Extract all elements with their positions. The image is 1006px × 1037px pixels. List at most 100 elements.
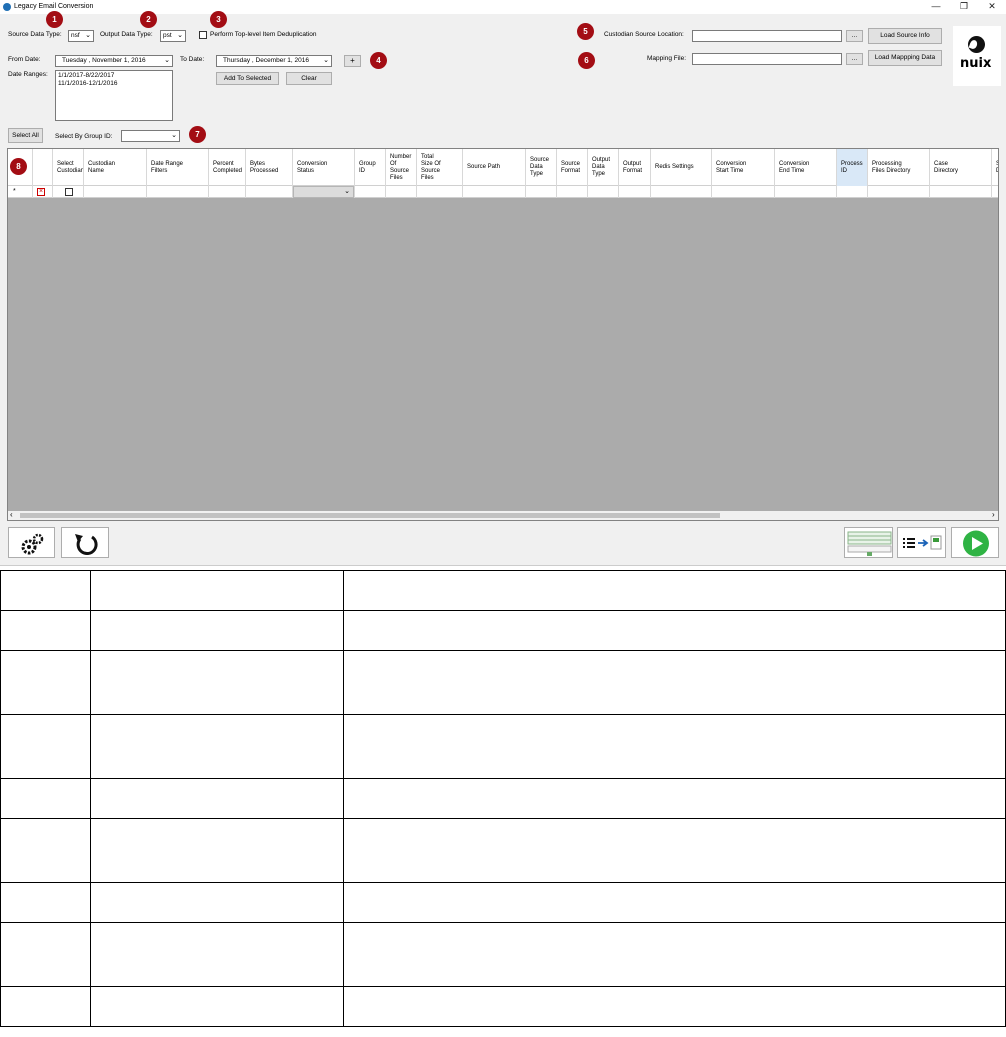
settings-button[interactable]: [8, 527, 55, 558]
dedup-checkbox[interactable]: [199, 31, 207, 39]
from-date-picker[interactable]: Tuesday , November 1, 2016 ⌄: [55, 55, 173, 67]
column-header[interactable]: Conversion Status: [293, 149, 355, 186]
date-range-item[interactable]: 1/1/2017-8/22/2017: [58, 72, 170, 80]
restore-button[interactable]: ❐: [950, 1, 978, 13]
grid-cell[interactable]: [619, 186, 651, 198]
chevron-down-icon: ⌄: [85, 32, 91, 39]
grid-cell[interactable]: [355, 186, 386, 198]
custodian-grid[interactable]: Select Custodian Custodian Name Date Range…: [7, 148, 999, 521]
mapping-file-browse-button[interactable]: ...: [846, 53, 863, 65]
close-button[interactable]: ✕: [978, 1, 1006, 13]
grid-cell[interactable]: [386, 186, 417, 198]
scroll-thumb[interactable]: [20, 513, 720, 518]
column-header[interactable]: Custodian Name: [84, 149, 147, 186]
grid-cell[interactable]: [651, 186, 712, 198]
column-header[interactable]: Redis Settings: [651, 149, 712, 186]
column-header[interactable]: Source Format: [557, 149, 588, 186]
custodian-source-input[interactable]: [692, 30, 842, 42]
column-header[interactable]: [33, 149, 53, 186]
scroll-right-icon[interactable]: ›: [992, 510, 995, 519]
date-range-item[interactable]: 11/1/2016-12/1/2016: [58, 80, 170, 88]
column-header[interactable]: Source Path: [463, 149, 526, 186]
column-header[interactable]: Output Format: [619, 149, 651, 186]
column-header[interactable]: Number Of Source Files: [386, 149, 417, 186]
grid-cell[interactable]: [463, 186, 526, 198]
refresh-button[interactable]: [61, 527, 109, 558]
minimize-button[interactable]: —: [922, 1, 950, 13]
load-mapping-data-button[interactable]: Load Mappping Data: [868, 50, 942, 66]
column-header[interactable]: S D: [992, 149, 998, 186]
grid-cell[interactable]: [775, 186, 837, 198]
column-header[interactable]: Case Directory: [930, 149, 992, 186]
table-cell: [0, 650, 91, 715]
table-cell: [0, 922, 91, 987]
table-cell: [342, 986, 1006, 1027]
grid-cell[interactable]: *: [8, 186, 33, 198]
column-header[interactable]: Percent Completed: [209, 149, 246, 186]
table-cell: [0, 610, 91, 651]
grid-cell[interactable]: [837, 186, 868, 198]
table-cell: [342, 922, 1006, 987]
conversion-status-select[interactable]: ⌄: [293, 186, 354, 198]
column-header[interactable]: Source Data Type: [526, 149, 557, 186]
table-row: [0, 714, 1006, 779]
custodian-source-browse-button[interactable]: ...: [846, 30, 863, 42]
grid-cell[interactable]: [209, 186, 246, 198]
grid-cell[interactable]: [868, 186, 930, 198]
table-cell: [89, 986, 344, 1027]
grid-cell[interactable]: [526, 186, 557, 198]
column-header[interactable]: Date Range Filters: [147, 149, 209, 186]
add-date-range-button[interactable]: +: [344, 55, 361, 67]
grid-cell[interactable]: [930, 186, 992, 198]
grid-cell[interactable]: [246, 186, 293, 198]
scroll-left-icon[interactable]: ‹: [10, 510, 13, 519]
grid-cell[interactable]: [588, 186, 619, 198]
column-header[interactable]: Bytes Processed: [246, 149, 293, 186]
output-data-type-select[interactable]: pst ⌄: [160, 30, 186, 42]
callout-marker: 6: [578, 52, 595, 69]
column-header[interactable]: Total Size Of Source Files: [417, 149, 463, 186]
export-list-button[interactable]: [897, 527, 946, 558]
from-date-value: Tuesday , November 1, 2016: [62, 57, 146, 64]
select-all-button[interactable]: Select All: [8, 128, 43, 143]
mapping-file-input[interactable]: [692, 53, 842, 65]
add-to-selected-button[interactable]: Add To Selected: [216, 72, 279, 85]
run-button[interactable]: [951, 527, 999, 558]
to-date-label: To Date:: [180, 56, 205, 63]
column-header[interactable]: Process ID: [837, 149, 868, 186]
grid-cell[interactable]: [712, 186, 775, 198]
clear-button[interactable]: Clear: [286, 72, 332, 85]
column-header[interactable]: Conversion Start Time: [712, 149, 775, 186]
table-cell: [0, 714, 91, 779]
grid-cell[interactable]: [53, 186, 84, 198]
table-preview-icon: [847, 531, 892, 556]
to-date-picker[interactable]: Thursday , December 1, 2016 ⌄: [216, 55, 332, 67]
grid-cell[interactable]: [557, 186, 588, 198]
grid-cell[interactable]: [84, 186, 147, 198]
column-header[interactable]: Processing Files Directory: [868, 149, 930, 186]
grid-cell[interactable]: ⌄: [293, 186, 355, 198]
column-header[interactable]: Output Data Type: [588, 149, 619, 186]
date-ranges-list[interactable]: 1/1/2017-8/22/2017 11/1/2016-12/1/2016: [55, 70, 173, 121]
group-id-select[interactable]: ⌄: [121, 130, 180, 142]
table-cell: [89, 714, 344, 779]
delete-row-icon[interactable]: ×: [37, 188, 45, 196]
load-source-info-button[interactable]: Load Source Info: [868, 28, 942, 44]
grid-view-button[interactable]: [844, 527, 893, 558]
column-header[interactable]: Conversion End Time: [775, 149, 837, 186]
column-header[interactable]: Select Custodian: [53, 149, 84, 186]
chevron-down-icon: ⌄: [323, 57, 329, 64]
table-cell: [89, 882, 344, 923]
grid-cell[interactable]: [992, 186, 998, 198]
grid-cell[interactable]: [147, 186, 209, 198]
grid-cell[interactable]: [417, 186, 463, 198]
table-cell: [342, 714, 1006, 779]
source-data-type-select[interactable]: nsf ⌄: [68, 30, 94, 42]
date-ranges-label: Date Ranges:: [8, 71, 48, 78]
grid-cell[interactable]: ×: [33, 186, 53, 198]
select-custodian-checkbox[interactable]: [65, 188, 73, 196]
horizontal-scrollbar[interactable]: ‹ ›: [8, 510, 998, 520]
mapping-file-label: Mapping File:: [647, 55, 687, 62]
column-header[interactable]: Group ID: [355, 149, 386, 186]
grid-new-row[interactable]: * × ⌄: [8, 186, 998, 198]
